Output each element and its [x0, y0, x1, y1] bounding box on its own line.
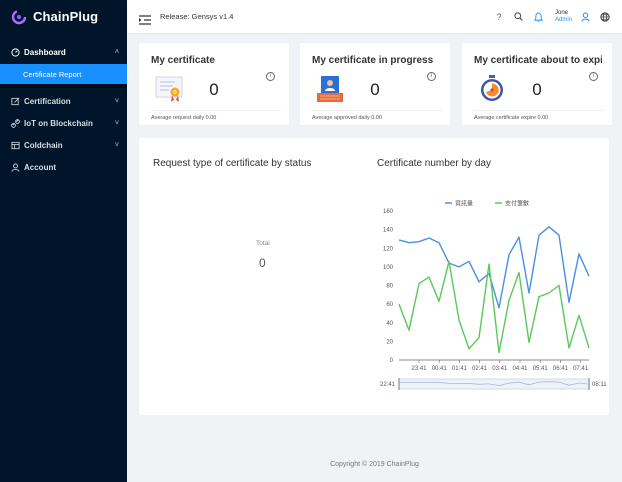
user-menu[interactable]: Jone Admin [555, 10, 572, 23]
status-chart-title: Request type of certificate by status [153, 158, 312, 169]
app-name: ChainPlug [33, 9, 99, 24]
card-title: My certificate about to expire [474, 55, 602, 66]
edit-icon [10, 96, 20, 106]
y-tick-label: 100 [383, 265, 394, 271]
x-tick-label: 02:41 [472, 366, 488, 372]
card-title: My certificate in progress [312, 55, 434, 66]
dashboard-submenu: Certificate Report [0, 63, 127, 88]
sidebar: ChainPlug Dashboard ˄ Certificate Report… [0, 0, 127, 482]
stat-card-my-certificate: My certificate i 0 Average request daily… [139, 43, 289, 125]
search-icon[interactable] [509, 12, 529, 21]
card-value: 0 [209, 80, 219, 99]
user-icon[interactable] [575, 11, 595, 22]
question-icon[interactable]: ? [489, 12, 509, 22]
y-tick-label: 40 [386, 321, 393, 327]
sidebar-item-label: Dashboard [24, 47, 66, 57]
y-tick-label: 20 [386, 339, 393, 345]
chevron-down-icon: ˅ [114, 97, 119, 105]
x-tick-label: 07:41 [573, 366, 589, 372]
sidebar-item-label: Coldchain [24, 140, 63, 150]
day-chart-title: Certificate number by day [377, 158, 491, 169]
chevron-down-icon: ˅ [114, 141, 119, 149]
line-chart[interactable]: 資訊量 支付筆數 0 20 40 60 80 100 120 140 160 23:41 00:41 01… [365, 186, 609, 406]
card-value: 0 [370, 80, 380, 99]
sidebar-item-label: Certification [24, 96, 71, 106]
sidebar-item-coldchain[interactable]: Coldchain ˅ [0, 134, 127, 156]
y-tick-label: 0 [390, 358, 394, 364]
legend-label: 支付筆數 [505, 200, 529, 208]
x-tick-label: 06:41 [553, 366, 569, 372]
card-footer: Average request daily 0.00 [151, 110, 281, 121]
app-logo[interactable]: ChainPlug [0, 0, 127, 33]
sidebar-item-iot-on-blockchain[interactable]: IoT on Blockchain ˅ [0, 112, 127, 134]
line-chart-container: 資訊量 支付筆數 0 20 40 60 80 100 120 140 160 23:41 00:41 01… [365, 186, 609, 406]
x-tick-label: 00:41 [432, 366, 448, 372]
charts-panel: Request type of certificate by status To… [139, 138, 609, 415]
y-tick-label: 120 [383, 246, 394, 252]
card-footer: Average certificate expire 0.00 [474, 110, 604, 121]
total-label: Total [256, 240, 270, 247]
x-tick-label: 04:41 [512, 366, 528, 372]
x-tick-label: 03:41 [492, 366, 508, 372]
x-tick-label: 23:41 [411, 366, 427, 372]
bell-icon[interactable] [529, 12, 549, 22]
release-label: Release: Gensys v1.4 [160, 12, 234, 21]
y-tick-label: 60 [386, 302, 393, 308]
zoom-end-label: 08:11 [592, 382, 607, 388]
user-icon [10, 162, 20, 172]
zoom-start-label: 22:41 [380, 382, 396, 388]
card-value: 0 [532, 80, 542, 99]
sidebar-item-label: Account [24, 162, 56, 172]
chevron-up-icon: ˄ [114, 48, 119, 56]
card-footer: Average approved daily 0.00 [312, 110, 442, 121]
dashboard-icon [10, 47, 20, 57]
sidebar-item-certificate-report[interactable]: Certificate Report [0, 64, 127, 84]
menu-fold-icon[interactable] [139, 12, 151, 25]
zoom-handle-left [398, 378, 400, 390]
x-tick-label: 05:41 [533, 366, 549, 372]
total-value: 0 [259, 256, 266, 270]
globe-icon[interactable] [595, 11, 615, 22]
sidebar-item-label: IoT on Blockchain [24, 118, 93, 128]
series-line [398, 260, 590, 354]
logo-icon [11, 9, 27, 25]
user-role: Admin [554, 17, 572, 23]
chevron-down-icon: ˅ [114, 119, 119, 127]
stat-card-about-to-expire: My certificate about to expire i 0 Avera… [462, 43, 612, 125]
copyright-footer: Copyright © 2019 ChainPlug [330, 461, 419, 468]
table-icon [10, 140, 20, 150]
top-header: Release: Gensys v1.4 ? Jone Admin [127, 0, 622, 33]
sidebar-item-label: Certificate Report [23, 69, 82, 79]
zoom-handle-right [588, 378, 590, 390]
link-icon [10, 118, 20, 128]
y-tick-label: 160 [383, 209, 394, 215]
x-tick-label: 01:41 [452, 366, 468, 372]
card-title: My certificate [151, 55, 215, 66]
stat-card-in-progress: My certificate in progress i 0 Average a… [300, 43, 450, 125]
sidebar-item-account[interactable]: Account [0, 156, 127, 178]
sidebar-menu: Dashboard ˄ Certificate Report Certifica… [0, 41, 127, 178]
legend-label: 資訊量 [455, 200, 473, 208]
sidebar-item-certification[interactable]: Certification ˅ [0, 90, 127, 112]
y-tick-label: 80 [386, 284, 393, 290]
y-tick-label: 140 [383, 228, 394, 234]
zoom-track [398, 378, 590, 390]
user-name: Jone [554, 10, 568, 16]
sidebar-item-dashboard[interactable]: Dashboard ˄ [0, 41, 127, 63]
